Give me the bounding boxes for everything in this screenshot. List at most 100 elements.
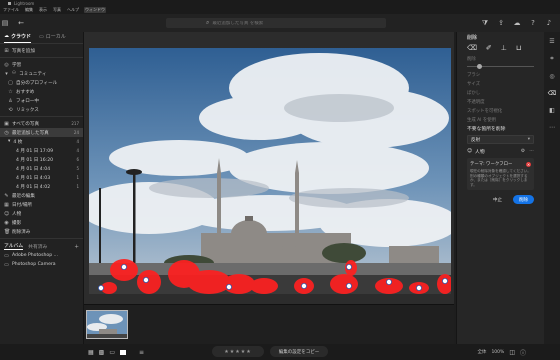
more-options-icon[interactable]: ⋯ [549, 124, 555, 131]
sidebar-item-label: 日付/場所 [12, 202, 32, 208]
date-group[interactable]: 4 月 01 日 17:09 4 [0, 146, 83, 155]
compare-icon[interactable]: ◫ [509, 349, 515, 356]
notifications-icon[interactable]: ♪ [544, 18, 554, 28]
filter-icon[interactable]: ⧩ [480, 18, 490, 28]
workflow-tip: テーマ: ワークフロー × 現在の削除対象を確認してください。別の種類のオブジェ… [467, 158, 534, 191]
sort-icon[interactable]: ≡ [139, 349, 144, 356]
remove-tool-icon[interactable]: ⌫ [548, 90, 556, 97]
cancel-button[interactable]: 中止 [487, 195, 508, 204]
item-count: 5 [76, 166, 79, 171]
sidebar-item-recent[interactable]: ◷ 最近追加した写真 24 [0, 128, 83, 137]
sidebar-item-capture[interactable]: ◉ 撮影 [0, 218, 83, 227]
main-photo[interactable] [89, 48, 451, 294]
sidebar-item-following[interactable]: ♙ フォロー中 [0, 96, 83, 105]
zoom-fit-label[interactable]: 全体 [477, 349, 486, 355]
share-icon[interactable]: ⇪ [496, 18, 506, 28]
remove-button[interactable]: 削除 [513, 195, 534, 205]
menu-window[interactable]: ウィンドウ [84, 7, 106, 13]
slider-knob[interactable] [477, 64, 482, 69]
add-album-icon[interactable]: ＋ [74, 243, 79, 250]
photos-icon: ▣ [4, 120, 9, 127]
size-slider[interactable] [467, 64, 534, 69]
date-group[interactable]: 4 月 01 日 4:04 5 [0, 164, 83, 173]
date-group-label: 4 月 01 日 17:09 [16, 148, 54, 154]
masking-icon[interactable]: ◎ [549, 73, 554, 80]
sidebar-item-learn[interactable]: ◎ 学習 [0, 60, 83, 69]
sidebar-item-featured[interactable]: ☆ おすすめ [0, 87, 83, 96]
detail-view-icon[interactable]: ▭ [109, 349, 115, 356]
copy-settings-button[interactable]: 編集の設定をコピー [270, 346, 328, 357]
album-label: Photoshop Camera [12, 262, 56, 267]
cloud-sync-icon[interactable]: ☁ [512, 18, 522, 28]
item-count: 4 [76, 139, 79, 144]
people-detection-row[interactable]: ☺ 人物 ⚙ ⋯ [457, 146, 544, 156]
sidebar-item-date-place[interactable]: ▦ 日付/場所 [0, 200, 83, 209]
generative-ai-toggle[interactable]: 生成 AI を使用 [457, 115, 544, 124]
tab-cloud[interactable]: ☁ クラウド [4, 33, 32, 43]
edit-sliders-icon[interactable]: ☰ [549, 38, 554, 45]
divider [0, 238, 83, 239]
date-group[interactable]: ▾ 4 枚 4 [0, 137, 83, 146]
brush-icon[interactable]: ✐ [486, 44, 492, 52]
menu-edit[interactable]: 編集 [24, 7, 34, 13]
sidebar-item-all-photos[interactable]: ▣ すべての写真 217 [0, 119, 83, 128]
date-group-label: 4 月 01 日 16:20 [16, 157, 54, 163]
tab-shared[interactable]: 共有済み [28, 243, 47, 250]
chevron-down-icon: ▾ [8, 139, 11, 144]
star-rating[interactable]: ★★★★★ [212, 346, 264, 357]
grid-view-icon[interactable]: ▦ [88, 349, 94, 356]
menu-view[interactable]: 表示 [38, 7, 48, 13]
square-grid-icon[interactable]: ▩ [99, 349, 105, 356]
single-view-icon[interactable] [120, 349, 127, 355]
sidebar-item-people[interactable]: ☺ 人物 [0, 209, 83, 218]
album-item[interactable]: ▭ Adobe Photoshop ... [0, 251, 83, 260]
sidebar-item-profile[interactable]: ▢ 自分のプロフィール [0, 78, 83, 87]
back-arrow-icon[interactable]: ← [16, 18, 26, 28]
heal-icon[interactable]: ⊔ [516, 44, 521, 52]
sidebar-item-label: すべての写真 [12, 121, 40, 127]
item-count: 1 [76, 175, 79, 180]
album-item[interactable]: ▭ Photoshop Camera [0, 260, 83, 269]
monitor-icon: ▭ [39, 33, 44, 40]
search-input[interactable] [212, 20, 363, 26]
date-group[interactable]: 4 月 01 日 4:02 1 [0, 182, 83, 191]
sidebar-item-recent-edits[interactable]: ✎ 最近の編集 [0, 191, 83, 200]
tip-actions: 中止 削除 [467, 195, 534, 205]
cloud-icon: ☁ [4, 33, 9, 39]
tool-label-feather: ぼかし [467, 90, 481, 96]
eraser-icon[interactable]: ⌫ [467, 44, 477, 52]
close-icon[interactable]: × [526, 161, 531, 167]
sidebar-item-remix[interactable]: ⟲ リミックス [0, 105, 83, 114]
stamp-icon[interactable]: ⊥ [501, 44, 507, 52]
menu-help[interactable]: ヘルプ [66, 7, 80, 13]
photo-thumbnail[interactable] [86, 310, 128, 339]
source-tabs: ☁ クラウド ▭ ローカル [0, 32, 83, 44]
sidebar-item-community[interactable]: ▾ ⚇ コミュニティ [0, 69, 83, 78]
add-photo-icon: ⊞ [4, 47, 9, 54]
tab-local[interactable]: ▭ ローカル [39, 33, 66, 42]
more-icon[interactable]: ⋯ [529, 149, 534, 154]
date-group[interactable]: 4 月 01 日 4:03 1 [0, 173, 83, 182]
search-box[interactable]: ⌕ [166, 18, 386, 28]
presets-icon[interactable]: ◧ [549, 107, 555, 114]
menu-bar: ファイル 編集 表示 写真 ヘルプ ウィンドウ [0, 6, 560, 14]
help-icon[interactable]: ? [528, 18, 538, 28]
settings-icon[interactable]: ⚙ [521, 149, 525, 154]
item-count: 6 [76, 157, 79, 162]
sidebar-item-label: コミュニティ [19, 71, 47, 77]
zoom-value[interactable]: 100% [491, 350, 504, 355]
sidebar-item-deleted[interactable]: 🗑 削除済み [0, 227, 83, 236]
menu-file[interactable]: ファイル [2, 7, 20, 13]
detect-type-select[interactable]: 反射 ▾ [467, 135, 534, 144]
add-photos-button[interactable]: ⊞ 写真を追加 [0, 46, 83, 55]
bottom-bar: ▦ ▩ ▭ ≡ ★★★★★ 編集の設定をコピー 全体 100% ◫ ⓘ [0, 344, 560, 360]
panel-toggle-icon[interactable]: ▤ [0, 18, 10, 28]
remove-tools: ⌫ ✐ ⊥ ⊔ [457, 42, 544, 54]
sidebar-item-label: 人物 [12, 211, 22, 217]
date-group[interactable]: 4 月 01 日 16:20 6 [0, 155, 83, 164]
info-icon[interactable]: ⓘ [520, 348, 526, 357]
tab-albums[interactable]: アルバム [4, 242, 24, 250]
menu-photo[interactable]: 写真 [52, 7, 62, 13]
visualize-spots-toggle[interactable]: スポットを可視化 [457, 106, 544, 115]
crop-icon[interactable]: ⌗ [550, 55, 553, 63]
